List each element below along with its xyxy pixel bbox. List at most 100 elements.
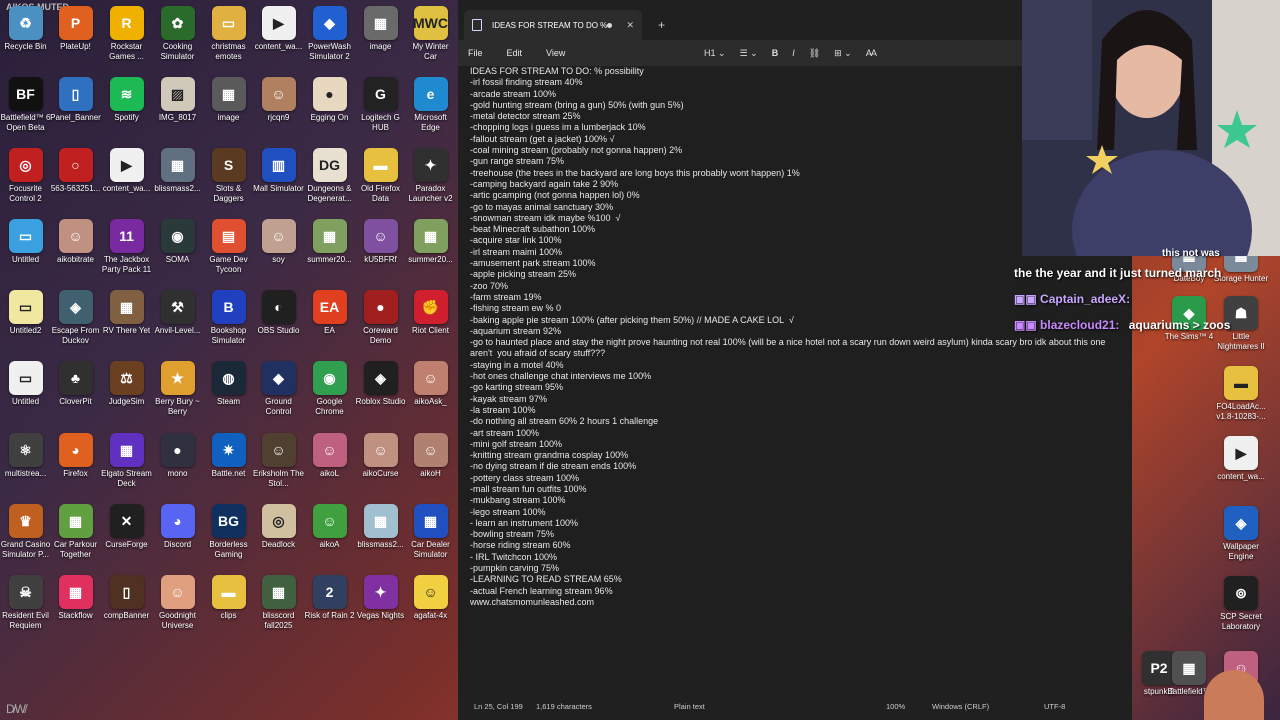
- desktop-icon[interactable]: ▦ summer20...: [405, 213, 456, 284]
- desktop-icon[interactable]: ♛ Grand Casino Simulator P...: [0, 498, 51, 569]
- desktop-icon[interactable]: ◍ Steam: [203, 355, 254, 426]
- italic-button[interactable]: I: [792, 48, 795, 58]
- desktop-icon[interactable]: ● mono: [152, 427, 203, 498]
- menu-edit[interactable]: Edit: [507, 48, 523, 58]
- desktop-icon[interactable]: ♣ CloverPit: [50, 355, 101, 426]
- desktop-icon[interactable]: ☺ aikoCurse: [355, 427, 406, 498]
- desktop-icon[interactable]: 11 The Jackbox Party Pack 11: [101, 213, 152, 284]
- desktop-icon[interactable]: ✊ Riot Client: [405, 284, 456, 355]
- desktop-icon[interactable]: ☺ agafat-4x: [405, 569, 456, 640]
- desktop-icon[interactable]: ◎ Focusrite Control 2: [0, 142, 51, 213]
- heading-dropdown[interactable]: H1 ⌄: [704, 48, 726, 59]
- desktop-icon[interactable]: ◆ Ground Control: [253, 355, 304, 426]
- desktop-icon[interactable]: ✿ Cooking Simulator: [152, 0, 203, 71]
- desktop-icon[interactable]: ✦ Paradox Launcher v2: [405, 142, 456, 213]
- desktop-icon[interactable]: ☺ aikoA: [304, 498, 355, 569]
- desktop-icon[interactable]: ☺ rjcqn9: [253, 71, 304, 142]
- desktop-icon[interactable]: ☺ aikoAsk_: [405, 355, 456, 426]
- close-tab-icon[interactable]: ✕: [626, 20, 634, 31]
- bold-button[interactable]: B: [772, 48, 779, 58]
- desktop-icon[interactable]: ◕ Firefox: [50, 427, 101, 498]
- desktop-icon[interactable]: ◈ Wallpaper Engine: [1212, 500, 1270, 571]
- desktop-icon[interactable]: ▭ Untitled: [0, 355, 51, 426]
- desktop-icon[interactable]: e Microsoft Edge: [405, 71, 456, 142]
- desktop-icon[interactable]: B Bookshop Simulator: [203, 284, 254, 355]
- desktop-icon[interactable]: ▬ clips: [203, 569, 254, 640]
- desktop-icon[interactable]: S Slots & Daggers: [203, 142, 254, 213]
- desktop-icon[interactable]: ≋ Spotify: [101, 71, 152, 142]
- desktop-icon[interactable]: ▦ Stackflow: [50, 569, 101, 640]
- desktop-icon[interactable]: ✕ CurseForge: [101, 498, 152, 569]
- desktop-icon[interactable]: ▦ Elgato Stream Deck: [101, 427, 152, 498]
- desktop-icon[interactable]: P PlateUp!: [50, 0, 101, 71]
- desktop-icon[interactable]: ◉ Google Chrome: [304, 355, 355, 426]
- desktop-icon[interactable]: EA EA: [304, 284, 355, 355]
- desktop-icon[interactable]: ▦ bliss​cord fall2025: [253, 569, 304, 640]
- desktop-icon[interactable]: ◐ OBS Studio: [253, 284, 304, 355]
- desktop-icon[interactable]: ♻ Recycle Bin: [0, 0, 51, 71]
- desktop-icon[interactable]: ▬ Old Firefox Data: [355, 142, 406, 213]
- app-icon: ▶: [1224, 436, 1258, 470]
- desktop-icon[interactable]: ○ 563-563251...: [50, 142, 101, 213]
- desktop-icon[interactable]: ◈ Escape From Duckov: [50, 284, 101, 355]
- desktop-icon[interactable]: ◎ Deadlock: [253, 498, 304, 569]
- desktop-icon[interactable]: DG Dungeons & Degenerat...: [304, 142, 355, 213]
- desktop-icon[interactable]: R Rockstar Games ...: [101, 0, 152, 71]
- list-dropdown-icon[interactable]: ☰ ⌄: [740, 48, 758, 59]
- desktop-icon[interactable]: ▦ Car Dealer Simulator: [405, 498, 456, 569]
- desktop-icon[interactable]: ● Egging On: [304, 71, 355, 142]
- desktop-icon[interactable]: ▦ RV There Yet: [101, 284, 152, 355]
- desktop-icon[interactable]: ☠ Resident Evil Requiem: [0, 569, 51, 640]
- desktop-icon[interactable]: ☺ kU5BFRf: [355, 213, 406, 284]
- desktop-icon[interactable]: ◕ Discord: [152, 498, 203, 569]
- desktop-icon[interactable]: ▦ image: [355, 0, 406, 71]
- desktop-icon[interactable]: ▯ compBanner: [101, 569, 152, 640]
- desktop-icon[interactable]: ▬ FO4LoadAc... v1.8-10283-...: [1212, 360, 1270, 431]
- desktop-icon[interactable]: ▶ content_wa...: [101, 142, 152, 213]
- desktop-icon[interactable]: ☺ Goodnight Universe: [152, 569, 203, 640]
- desktop-icon[interactable]: ⊚ SCP Secret Laboratory: [1212, 570, 1270, 641]
- desktop-icon[interactable]: 2 Risk of Rain 2: [304, 569, 355, 640]
- desktop-icon[interactable]: G Logitech G HUB: [355, 71, 406, 142]
- desktop-icon[interactable]: ▦ summer20...: [304, 213, 355, 284]
- desktop-icon[interactable]: ☺ aikoL: [304, 427, 355, 498]
- new-tab-button[interactable]: +: [658, 18, 665, 32]
- desktop-icon[interactable]: MWC My Winter Car: [405, 0, 456, 71]
- desktop-icon-label: content_wa...: [1217, 472, 1265, 481]
- desktop-icon[interactable]: ★ Berry Bury ~ Berry: [152, 355, 203, 426]
- desktop-icon[interactable]: ▨ IMG_8017: [152, 71, 203, 142]
- desktop-icon[interactable]: ✷ Battle.net: [203, 427, 254, 498]
- desktop-icon[interactable]: ☺ aikoH: [405, 427, 456, 498]
- link-icon[interactable]: ⛓: [809, 48, 820, 59]
- desktop-icon[interactable]: ⚖ JudgeSim: [101, 355, 152, 426]
- menu-view[interactable]: View: [546, 48, 565, 58]
- desktop-icon[interactable]: ☺ Eriksholm The Stol...: [253, 427, 304, 498]
- desktop-icon[interactable]: ▭ christmas emotes: [203, 0, 254, 71]
- desktop-icon[interactable]: ▦ image: [203, 71, 254, 142]
- desktop-icon[interactable]: ⚛ multistrea...: [0, 427, 51, 498]
- desktop-icon[interactable]: ▦ blissmass2...: [152, 142, 203, 213]
- desktop-icon[interactable]: ▦ Car Parkour Together: [50, 498, 101, 569]
- menu-file[interactable]: File: [468, 48, 483, 58]
- desktop-icon[interactable]: ▭ Untitled: [0, 213, 51, 284]
- desktop-icon[interactable]: ☺ soy: [253, 213, 304, 284]
- clear-formatting-icon[interactable]: Ꜳ: [866, 48, 877, 59]
- desktop-icon[interactable]: ▶ content_wa...: [1212, 430, 1270, 501]
- desktop-icon[interactable]: ⚒ Anvil-Level...: [152, 284, 203, 355]
- desktop-icon[interactable]: ▦ blissmass2...: [355, 498, 406, 569]
- desktop-icon[interactable]: ▭ Untitled2: [0, 284, 51, 355]
- desktop-icon[interactable]: ▶ content_wa...: [253, 0, 304, 71]
- desktop-icon[interactable]: ✦ Vegas Nights: [355, 569, 406, 640]
- desktop-icon[interactable]: ▯ Panel_Banner: [50, 71, 101, 142]
- desktop-icon[interactable]: BF Battlefield™ 6 Open Beta: [0, 71, 51, 142]
- desktop-icon[interactable]: ◉ SOMA: [152, 213, 203, 284]
- table-dropdown-icon[interactable]: ⊞ ⌄: [834, 48, 852, 59]
- desktop-icon[interactable]: BG Borderless Gaming: [203, 498, 254, 569]
- desktop-icon[interactable]: ▤ Game Dev Tycoon: [203, 213, 254, 284]
- desktop-icon[interactable]: ◈ Roblox Studio: [355, 355, 406, 426]
- desktop-icon[interactable]: ▥ Mall Simulator: [253, 142, 304, 213]
- desktop-icon[interactable]: ● Coreward Demo: [355, 284, 406, 355]
- desktop-icon[interactable]: ☺ aikobitrate: [50, 213, 101, 284]
- desktop-icon[interactable]: ◆ PowerWash Simulator 2: [304, 0, 355, 71]
- document-tab[interactable]: IDEAS FOR STREAM TO DO % possi ✕: [464, 10, 642, 40]
